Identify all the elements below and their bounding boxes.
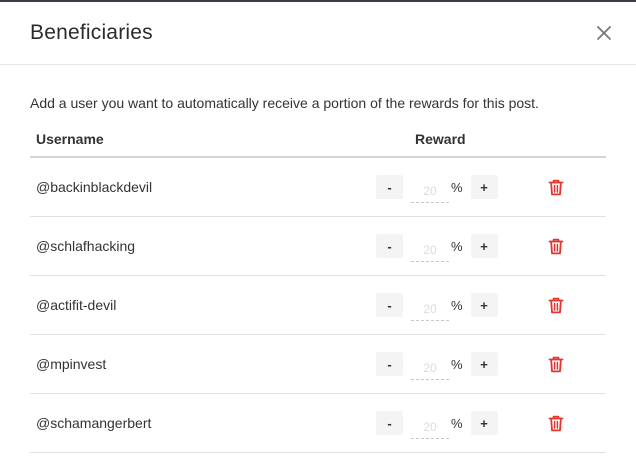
reward-control: - % + [376,408,526,439]
dialog-body: Add a user you want to automatically rec… [0,65,636,453]
trash-icon [548,356,564,372]
close-button[interactable] [592,21,616,45]
table-row: @schlafhacking - % + [30,217,606,276]
delete-cell [536,177,576,197]
reward-percent-input[interactable] [411,356,449,380]
increase-button[interactable]: + [470,175,498,199]
delete-cell [536,236,576,256]
delete-button[interactable] [546,295,566,315]
increase-button[interactable]: + [470,352,498,376]
decrease-button[interactable]: - [376,234,403,258]
reward-control: - % + [376,231,526,262]
table-row: @mpinvest - % + [30,335,606,394]
trash-icon [548,415,564,431]
beneficiaries-table: Username Reward @backinblackdevil - % + [30,122,606,453]
trash-icon [548,179,564,195]
percent-sign: % [451,179,463,195]
delete-cell [536,413,576,433]
percent-sign: % [451,356,463,372]
reward-percent-input[interactable] [411,238,449,262]
percent-sign: % [451,297,463,313]
close-icon [597,26,611,40]
increase-button[interactable]: + [470,234,498,258]
table-body: @backinblackdevil - % + @schlafhacking -… [30,158,606,453]
percent-sign: % [451,415,463,431]
delete-button[interactable] [546,354,566,374]
table-row: @actifit-devil - % + [30,276,606,335]
beneficiary-username: @mpinvest [36,356,107,372]
decrease-button[interactable]: - [376,352,403,376]
table-header: Username Reward [30,122,606,158]
dialog-title: Beneficiaries [30,21,153,44]
delete-button[interactable] [546,236,566,256]
delete-cell [536,354,576,374]
column-header-username: Username [36,131,104,147]
reward-control: - % + [376,172,526,203]
dialog-description: Add a user you want to automatically rec… [30,95,539,111]
reward-control: - % + [376,349,526,380]
dialog-header: Beneficiaries [0,2,636,65]
beneficiaries-dialog: Beneficiaries Add a user you want to aut… [0,0,636,459]
trash-icon [548,297,564,313]
reward-percent-input[interactable] [411,415,449,439]
reward-percent-input[interactable] [411,297,449,321]
beneficiary-username: @actifit-devil [36,297,117,313]
delete-button[interactable] [546,413,566,433]
increase-button[interactable]: + [470,411,498,435]
beneficiary-username: @schamangerbert [36,415,152,431]
table-row: @backinblackdevil - % + [30,158,606,217]
column-header-reward: Reward [415,131,466,147]
delete-button[interactable] [546,177,566,197]
decrease-button[interactable]: - [376,411,403,435]
reward-percent-input[interactable] [411,179,449,203]
decrease-button[interactable]: - [376,175,403,199]
reward-control: - % + [376,290,526,321]
beneficiary-username: @schlafhacking [36,238,136,254]
delete-cell [536,295,576,315]
percent-sign: % [451,238,463,254]
increase-button[interactable]: + [470,293,498,317]
beneficiary-username: @backinblackdevil [36,179,153,195]
table-row: @schamangerbert - % + [30,394,606,453]
decrease-button[interactable]: - [376,293,403,317]
trash-icon [548,238,564,254]
